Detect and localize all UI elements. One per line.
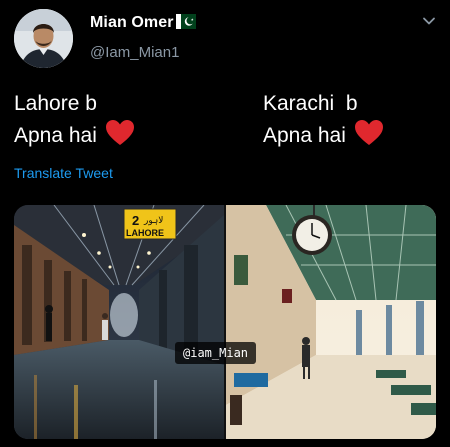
text-right-line2: Apna hai bbox=[263, 124, 346, 147]
text-left-line2: Apna hai bbox=[14, 124, 97, 147]
author-display-name[interactable]: Mian Omer bbox=[90, 14, 196, 34]
tweet-text-left: Lahore b Apna hai bbox=[14, 88, 135, 155]
text-left-line2-wrap: Apna hai bbox=[14, 119, 135, 155]
tweet-media[interactable]: 2 لاہور LAHORE bbox=[14, 205, 436, 439]
text-right-line1: Karachi b bbox=[263, 92, 358, 115]
karachi-station-photo[interactable] bbox=[226, 205, 436, 439]
media-watermark: @iam_Mian bbox=[175, 342, 257, 364]
translate-tweet-link[interactable]: Translate Tweet bbox=[14, 165, 113, 181]
author-name-text: Mian Omer bbox=[90, 14, 174, 31]
sign-urdu: لاہور bbox=[143, 216, 163, 226]
sign-text: LAHORE bbox=[126, 228, 164, 238]
pakistan-flag-icon bbox=[175, 14, 196, 34]
red-heart-icon bbox=[354, 119, 384, 155]
sign-number: 2 bbox=[132, 213, 139, 228]
text-right-line2-wrap: Apna hai bbox=[263, 119, 384, 155]
chevron-down-icon[interactable] bbox=[422, 14, 436, 28]
text-left-line1: Lahore b bbox=[14, 92, 97, 115]
author-handle[interactable]: @Iam_Mian1 bbox=[90, 44, 179, 61]
lahore-station-photo[interactable]: 2 لاہور LAHORE bbox=[14, 205, 224, 439]
avatar[interactable] bbox=[14, 9, 73, 68]
tweet-text-right: Karachi b Apna hai bbox=[263, 88, 384, 155]
red-heart-icon bbox=[105, 119, 135, 155]
